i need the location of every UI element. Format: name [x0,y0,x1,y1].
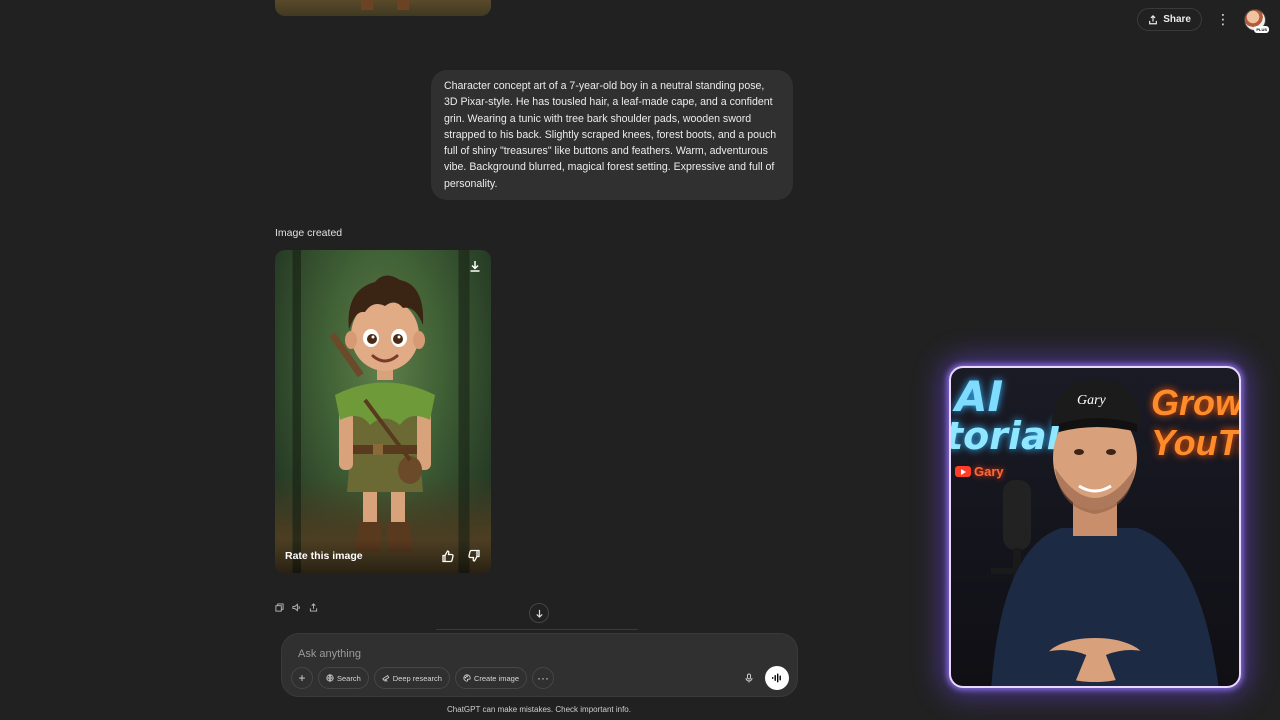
image-status-label: Image created [275,227,343,239]
more-vertical-icon[interactable]: ⋮ [1212,9,1234,31]
download-icon[interactable] [468,259,482,273]
header-actions: Share ⋮ PLUS [1137,8,1269,33]
share-icon [1149,14,1158,24]
divider [436,629,638,630]
webcam-overlay: AI torial Grow o YouTul Gary Gary [949,366,1241,688]
prompt-input[interactable] [298,646,698,662]
user-message: Character concept art of a 7-year-old bo… [431,70,793,201]
rate-image-bar: Rate this image [275,539,491,573]
create-image-button[interactable]: Create image [454,667,527,689]
create-image-label: Create image [473,673,519,683]
deep-research-button[interactable]: Deep research [373,667,450,689]
share-button[interactable]: Share [1137,8,1202,31]
waveform-icon [772,673,781,683]
thumbs-down-icon[interactable] [467,549,481,563]
thumbs-up-icon[interactable] [441,549,455,563]
cap-logo-text: Gary [1077,393,1107,408]
deep-research-label: Deep research [392,673,442,683]
palette-icon [463,674,471,682]
rate-image-label: Rate this image [285,550,363,562]
plan-badge: PLUS [1254,25,1269,33]
more-horizontal-icon: ··· [537,671,549,685]
search-button[interactable]: Search [318,667,369,689]
share-label: Share [1163,14,1191,25]
disclaimer: ChatGPT can make mistakes. Check importa… [447,705,631,714]
copy-icon[interactable] [275,603,284,612]
add-button[interactable]: + [291,667,313,689]
composer: + Search Deep research Create image ··· [281,633,798,697]
avatar[interactable]: PLUS [1244,8,1269,33]
read-aloud-icon[interactable] [292,603,301,612]
generated-image[interactable]: Rate this image [275,250,491,573]
presenter-video: Gary [991,380,1219,686]
share-icon[interactable] [309,603,318,612]
scroll-to-bottom-button[interactable] [529,603,549,623]
composer-tools: + Search Deep research Create image ··· [291,667,554,689]
message-actions [275,603,318,612]
telescope-icon [381,675,390,682]
search-button-label: Search [337,673,361,683]
previous-image[interactable] [275,0,491,16]
arrow-down-icon [535,609,543,618]
boy-character-illustration [329,275,435,552]
microphone-icon [745,673,753,683]
dictate-button[interactable] [739,668,759,688]
globe-icon [326,674,334,682]
more-tools-button[interactable]: ··· [532,667,554,689]
plus-icon: + [298,671,306,685]
voice-mode-button[interactable] [765,666,789,690]
